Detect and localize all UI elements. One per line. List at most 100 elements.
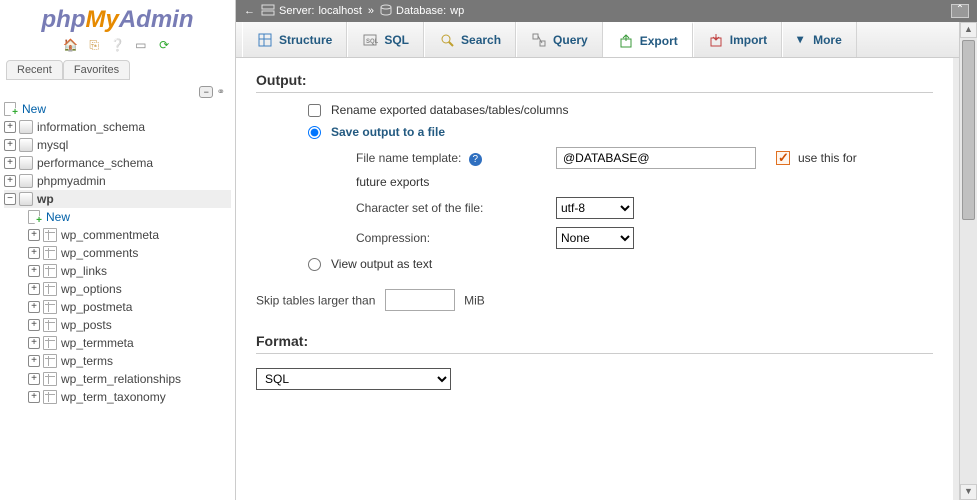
tree-table-wp-postmeta[interactable]: + wp_postmeta [4,298,231,316]
import-icon [708,32,724,48]
expand-icon[interactable]: + [28,229,40,241]
new-db-icon [4,102,18,116]
link-icon[interactable]: ⚭ [217,87,225,98]
collapse-breadcrumb-icon[interactable]: ⌃ [951,4,969,18]
logo[interactable]: phpMyAdmin [0,0,235,36]
charset-select[interactable]: utf-8 [556,197,634,219]
row-rename: Rename exported databases/tables/columns [308,103,933,117]
database-icon [19,192,33,206]
tab-structure[interactable]: Structure [242,22,347,57]
tree-table-wp-term-taxonomy[interactable]: +wp_term_taxonomy [4,388,231,406]
tree-new-label: New [22,102,46,116]
table-icon [43,336,57,350]
help-icon[interactable]: ? [469,153,482,166]
tree-table-wp-terms[interactable]: + wp_terms [4,352,231,370]
tab-query[interactable]: Query [516,22,603,57]
tree-table-wp-term-relationships[interactable]: +wp_term_relationships [4,370,231,388]
scrollbar: ▲ ▼ [959,22,977,500]
tab-search[interactable]: Search [424,22,516,57]
expand-icon[interactable]: + [28,265,40,277]
row-save-file: Save output to a file [308,125,933,139]
tree-new-db[interactable]: New [4,100,231,118]
expand-icon[interactable]: + [28,283,40,295]
tree-table-wp-termmeta[interactable]: + wp_termmeta [4,334,231,352]
breadcrumb-toggle-icon[interactable]: ← [244,5,255,17]
tree-table-label: wp_commentmeta [61,228,159,242]
table-icon [43,390,57,404]
expand-icon[interactable]: + [4,175,16,187]
expand-icon[interactable]: + [28,247,40,259]
expand-icon[interactable]: + [28,373,40,385]
filename-input[interactable] [556,147,756,169]
view-text-radio[interactable] [308,258,321,271]
tab-sql[interactable]: SQLSQL [347,22,424,57]
use-future-label: use this for [798,151,857,165]
expand-icon[interactable]: + [28,337,40,349]
tree-table-label: wp_options [61,282,122,296]
expand-icon[interactable]: + [4,139,16,151]
tree-table-wp-commentmeta[interactable]: + wp_commentmeta [4,226,231,244]
format-select[interactable]: SQL [256,368,451,390]
tree-new-label: New [46,210,70,224]
table-icon [43,228,57,242]
compression-label: Compression: [356,231,556,245]
save-file-label: Save output to a file [331,125,445,139]
tab-import[interactable]: Import [693,22,782,57]
menubar: Structure SQLSQL Search Query Export Imp… [236,22,977,58]
scroll-thumb[interactable] [962,40,975,220]
reload-icon[interactable]: ⟳ [156,38,172,54]
tree-db-wp[interactable]: −wp [4,190,231,208]
tree-table-wp-comments[interactable]: + wp_comments [4,244,231,262]
compression-select[interactable]: None [556,227,634,249]
use-future-checkbox[interactable] [776,151,790,165]
tree-table-label: wp_postmeta [61,300,132,314]
tree-table-wp-links[interactable]: +wp_links [4,262,231,280]
expand-icon[interactable]: + [4,157,16,169]
tab-more[interactable]: ▾More [782,22,857,57]
breadcrumb-db-value[interactable]: wp [450,5,464,17]
expand-icon[interactable]: + [28,355,40,367]
database-icon [19,174,33,188]
scroll-down-button[interactable]: ▼ [960,484,977,500]
tree-new-table[interactable]: New [4,208,231,226]
rename-checkbox[interactable] [308,104,321,117]
row-view-text: View output as text [308,257,933,271]
skip-size-input[interactable] [385,289,455,311]
rename-label: Rename exported databases/tables/columns [331,103,568,117]
expand-icon[interactable]: + [4,121,16,133]
sidebar: phpMyAdmin 🏠 ⎘ ❔ ▭ ⟳ Recent Favorites − … [0,0,236,500]
breadcrumb-server-value[interactable]: localhost [318,5,361,17]
breadcrumb-separator: » [368,5,374,17]
collapse-icon[interactable]: − [4,193,16,205]
server-icon [261,4,275,19]
docs-icon[interactable]: ❔ [110,38,126,54]
tree-table-wp-posts[interactable]: +wp_posts [4,316,231,334]
tab-recent[interactable]: Recent [6,60,63,80]
future-exports-label: future exports [356,175,429,189]
query-icon [531,32,547,48]
home-icon[interactable]: 🏠 [63,38,79,54]
sql-icon[interactable]: ▭ [133,38,149,54]
save-file-radio[interactable] [308,126,321,139]
tree-table-wp-options[interactable]: + wp_options [4,280,231,298]
expand-icon[interactable]: + [28,391,40,403]
expand-icon[interactable]: + [28,319,40,331]
charset-label: Character set of the file: [356,201,556,215]
logout-icon[interactable]: ⎘ [86,38,102,54]
tab-export[interactable]: Export [603,22,693,57]
scroll-up-button[interactable]: ▲ [960,22,977,38]
table-icon [43,318,57,332]
tree-db-information-schema[interactable]: +information_schema [4,118,231,136]
tree-table-label: wp_comments [61,246,138,260]
table-icon [43,246,57,260]
tree-db-mysql[interactable]: +mysql [4,136,231,154]
tree-db-performance-schema[interactable]: +performance_schema [4,154,231,172]
main: ← Server: localhost » Database: wp ⌃ Str… [236,0,977,500]
database-icon [380,4,392,19]
tree-db-phpmyadmin[interactable]: +phpmyadmin [4,172,231,190]
tab-favorites[interactable]: Favorites [63,60,130,80]
tree-table-label: wp_terms [61,354,113,368]
collapse-tree-icon[interactable]: − [199,86,213,98]
expand-icon[interactable]: + [28,301,40,313]
tree-table-label: wp_termmeta [61,336,134,350]
